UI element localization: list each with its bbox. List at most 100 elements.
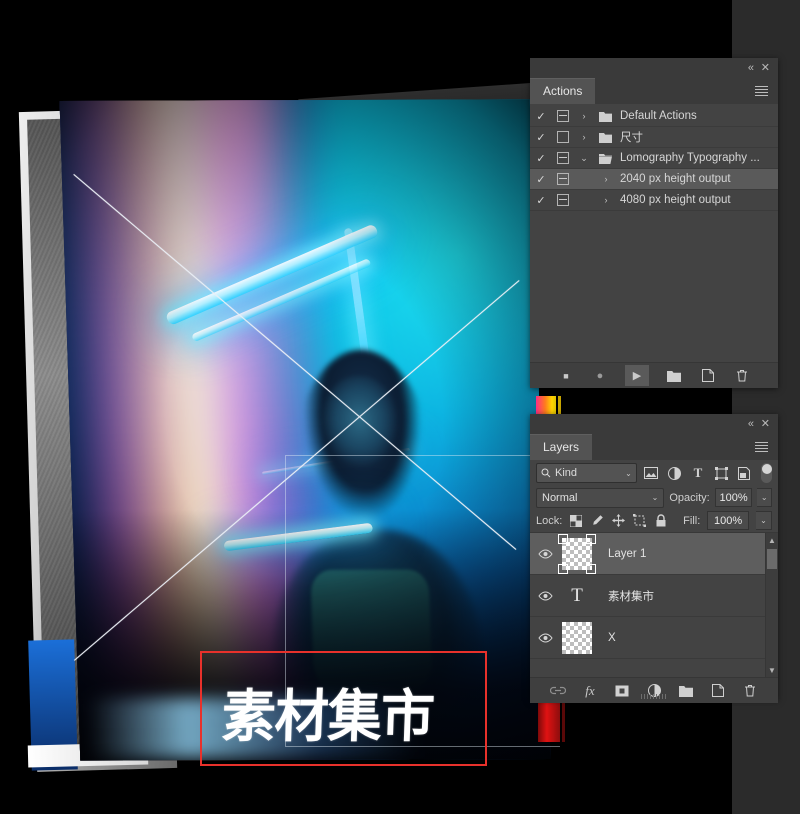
- action-enabled-checkmark[interactable]: ✓: [530, 110, 552, 123]
- layer-thumbnail[interactable]: [558, 533, 596, 574]
- link-layers-button[interactable]: [549, 683, 567, 699]
- chevron-right-icon[interactable]: ›: [574, 111, 594, 121]
- actions-panel-tabs[interactable]: Actions: [530, 78, 778, 104]
- layer-thumbnail[interactable]: [562, 621, 592, 654]
- close-icon[interactable]: ✕: [761, 418, 770, 430]
- blend-mode-select[interactable]: Normal ⌄: [536, 487, 665, 508]
- action-dialog-toggle[interactable]: [552, 152, 574, 164]
- image-filter-icon[interactable]: [643, 465, 660, 482]
- actions-panel-footer[interactable]: ■ ● ▶: [530, 362, 778, 388]
- layer-visibility-icon[interactable]: [530, 548, 560, 559]
- play-button[interactable]: ▶: [625, 365, 649, 386]
- layers-list[interactable]: Layer 1 T 素材集市 X ▲ ▼: [530, 532, 778, 677]
- layers-panel-menu-button[interactable]: [745, 434, 778, 460]
- thumbnail-selection-frame: [558, 533, 596, 574]
- blend-opacity-row[interactable]: Normal ⌄ Opacity: 100% ⌄: [530, 486, 778, 509]
- chevron-down-icon[interactable]: ⌄: [574, 153, 594, 164]
- layers-panel[interactable]: « ✕ Layers Kind ⌄ T Normal ⌄ Opacity: 10…: [530, 414, 778, 703]
- photoshop-workspace: 素材集市 « ✕ Actions ✓ › Default Actions ✓ ›…: [0, 0, 800, 814]
- selection-rectangle[interactable]: [200, 651, 487, 766]
- chevron-right-icon[interactable]: ›: [596, 174, 616, 184]
- layers-scrollbar[interactable]: ▲ ▼: [765, 533, 778, 677]
- actions-row[interactable]: ✓ › 尺寸: [530, 127, 778, 148]
- new-layer-button[interactable]: [709, 683, 727, 699]
- action-enabled-checkmark[interactable]: ✓: [530, 152, 552, 165]
- layer-visibility-icon[interactable]: [530, 632, 560, 643]
- fill-value[interactable]: 100%: [707, 511, 749, 530]
- smart-object-filter-icon[interactable]: [736, 465, 753, 482]
- stop-button[interactable]: ■: [557, 368, 575, 384]
- layer-row[interactable]: T 素材集市: [530, 575, 778, 617]
- action-enabled-checkmark[interactable]: ✓: [530, 173, 552, 186]
- action-dialog-toggle[interactable]: [552, 194, 574, 206]
- lock-artboard-icon[interactable]: [633, 513, 647, 528]
- opacity-value[interactable]: 100%: [714, 488, 753, 507]
- chevron-right-icon[interactable]: ›: [574, 132, 594, 142]
- action-dialog-toggle[interactable]: [552, 173, 574, 185]
- chevron-down-icon[interactable]: ⌄: [625, 469, 632, 478]
- scroll-down-icon[interactable]: ▼: [766, 663, 778, 677]
- action-enabled-checkmark[interactable]: ✓: [530, 131, 552, 144]
- layer-filter-kind-label: Kind: [555, 467, 578, 479]
- actions-row[interactable]: ✓ › 2040 px height output: [530, 169, 778, 190]
- new-set-button[interactable]: [665, 368, 683, 384]
- hamburger-icon[interactable]: [755, 84, 768, 98]
- lock-row[interactable]: Lock: Fill: 100% ⌄: [530, 509, 778, 532]
- adjustment-filter-icon[interactable]: [666, 465, 683, 482]
- panel-resize-grip[interactable]: [641, 694, 667, 699]
- layer-mask-button[interactable]: [613, 683, 631, 699]
- lock-all-icon[interactable]: [654, 513, 668, 528]
- action-enabled-checkmark[interactable]: ✓: [530, 194, 552, 207]
- shape-filter-icon[interactable]: [713, 465, 730, 482]
- action-dialog-toggle[interactable]: [552, 131, 574, 143]
- folder-icon: [594, 132, 616, 143]
- tab-actions-label: Actions: [543, 84, 583, 98]
- fill-stepper-caret[interactable]: ⌄: [755, 511, 773, 530]
- actions-list-empty-area: [530, 211, 778, 269]
- new-action-button[interactable]: [699, 368, 717, 384]
- actions-row[interactable]: ✓ › Default Actions: [530, 106, 778, 127]
- scroll-up-icon[interactable]: ▲: [766, 533, 778, 547]
- lock-image-icon[interactable]: [590, 513, 604, 528]
- layer-visibility-icon[interactable]: [530, 590, 560, 601]
- type-filter-icon[interactable]: T: [689, 465, 706, 482]
- actions-list[interactable]: ✓ › Default Actions ✓ › 尺寸 ✓ ⌄ Lomograph…: [530, 104, 778, 362]
- scrollbar-thumb[interactable]: [767, 549, 777, 569]
- layer-name[interactable]: X: [592, 632, 616, 644]
- chevron-right-icon[interactable]: ›: [596, 195, 616, 205]
- layer-filter-row[interactable]: Kind ⌄ T: [530, 460, 778, 486]
- actions-panel-titlebar[interactable]: « ✕: [530, 58, 778, 78]
- layer-filter-kind-select[interactable]: Kind ⌄: [536, 463, 637, 483]
- collapse-icon[interactable]: «: [748, 62, 754, 74]
- opacity-stepper-caret[interactable]: ⌄: [757, 488, 772, 507]
- collapse-icon[interactable]: «: [748, 418, 754, 430]
- record-button[interactable]: ●: [591, 368, 609, 384]
- color-chip-red: [538, 700, 560, 742]
- lock-position-icon[interactable]: [612, 513, 626, 528]
- action-dialog-toggle[interactable]: [552, 110, 574, 122]
- layer-name[interactable]: 素材集市: [592, 588, 654, 604]
- delete-button[interactable]: [733, 368, 751, 384]
- layer-name[interactable]: Layer 1: [592, 548, 646, 560]
- layer-row[interactable]: X: [530, 617, 778, 659]
- delete-layer-button[interactable]: [741, 683, 759, 699]
- tab-actions[interactable]: Actions: [530, 78, 596, 104]
- layers-panel-footer[interactable]: fx: [530, 677, 778, 703]
- actions-row[interactable]: ✓ › 4080 px height output: [530, 190, 778, 211]
- lock-transparency-icon[interactable]: [569, 513, 583, 528]
- layers-panel-titlebar[interactable]: « ✕: [530, 414, 778, 434]
- opacity-label: Opacity:: [669, 491, 710, 504]
- layer-style-button[interactable]: fx: [581, 683, 599, 699]
- close-icon[interactable]: ✕: [761, 62, 770, 74]
- actions-panel[interactable]: « ✕ Actions ✓ › Default Actions ✓ › 尺寸 ✓…: [530, 58, 778, 388]
- layer-row[interactable]: Layer 1: [530, 533, 778, 575]
- chevron-down-icon[interactable]: ⌄: [652, 493, 659, 502]
- artwork-composition[interactable]: 素材集市: [0, 0, 560, 790]
- actions-row[interactable]: ✓ ⌄ Lomography Typography ...: [530, 148, 778, 169]
- filter-enable-toggle[interactable]: [761, 463, 772, 483]
- hamburger-icon[interactable]: [755, 440, 768, 454]
- new-group-button[interactable]: [677, 683, 695, 699]
- actions-panel-menu-button[interactable]: [745, 78, 778, 104]
- tab-layers[interactable]: Layers: [530, 434, 593, 460]
- layers-panel-tabs[interactable]: Layers: [530, 434, 778, 460]
